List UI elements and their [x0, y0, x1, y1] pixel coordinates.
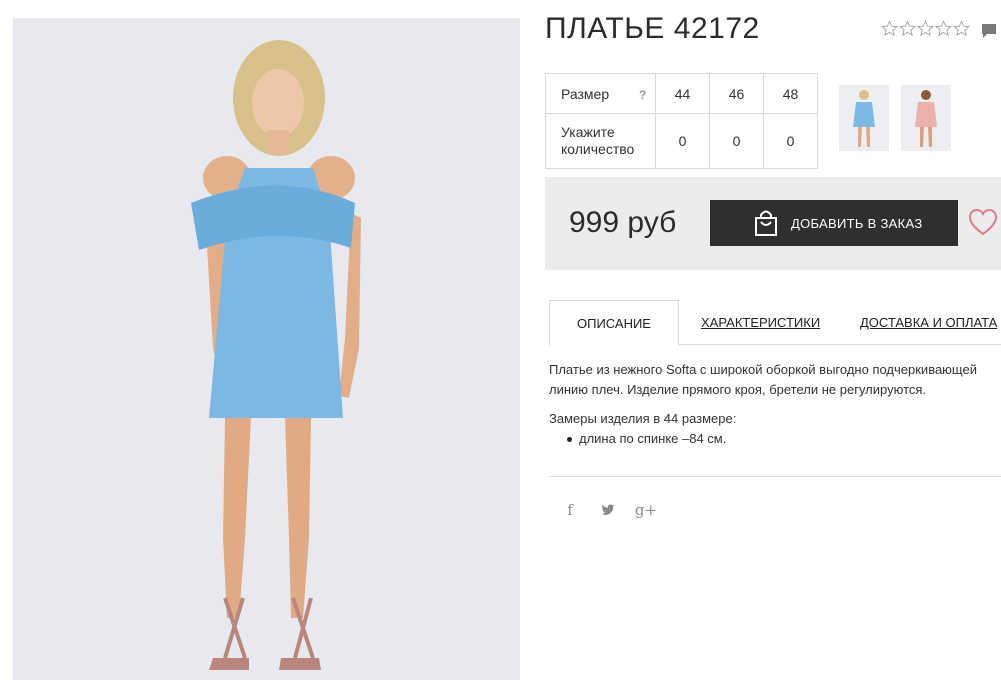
model-in-blue-dress-image [13, 18, 520, 680]
description-panel: Платье из нежного Softa с широкой оборко… [549, 360, 999, 449]
measures-title: Замеры изделия в 44 размере: [549, 411, 737, 426]
size-46: 46 [709, 73, 764, 114]
size-table: Размер ? 44 46 48 Укажите количество 0 0… [545, 73, 818, 169]
thumbnail-image [901, 85, 951, 151]
size-44: 44 [655, 73, 710, 114]
quantity-label-line1: Укажите [561, 124, 615, 140]
blue-dress-thumbnail[interactable] [839, 85, 889, 151]
shopping-bag-icon [755, 210, 777, 236]
description-text: Платье из нежного Softa с широкой оборко… [549, 362, 977, 397]
add-to-order-button[interactable]: ДОБАВИТЬ В ЗАКАЗ [710, 200, 958, 246]
size-row: Размер ? 44 46 48 [545, 73, 818, 114]
list-item: длина по спинке –84 см. [567, 429, 999, 449]
star-icon[interactable] [953, 20, 970, 37]
star-icon[interactable] [899, 20, 916, 37]
buy-panel: 999 руб ДОБАВИТЬ В ЗАКАЗ [545, 177, 1001, 270]
size-48: 48 [763, 73, 818, 114]
google-plus-icon[interactable]: g+ [635, 500, 657, 520]
quantity-label-line2: количество [561, 141, 635, 157]
product-title: ПЛАТЬЕ 42172 [545, 12, 760, 45]
star-icon[interactable] [935, 20, 952, 37]
social-share: f g+ [560, 500, 657, 520]
heart-icon[interactable] [968, 208, 998, 236]
quantity-input-44[interactable]: 0 [655, 113, 710, 169]
product-photo[interactable] [13, 18, 520, 680]
size-label-cell: Размер ? [545, 73, 656, 114]
size-label: Размер [561, 85, 610, 102]
thumbnail-image [839, 85, 889, 151]
divider [549, 476, 1001, 477]
price: 999 руб [569, 206, 677, 239]
twitter-icon[interactable] [598, 500, 618, 520]
facebook-icon[interactable]: f [560, 500, 580, 520]
quantity-row: Укажите количество 0 0 0 [545, 113, 818, 169]
pink-dress-thumbnail[interactable] [901, 85, 951, 151]
twitter-bird-icon [601, 504, 615, 515]
measures-list: длина по спинке –84 см. [549, 429, 999, 449]
product-tabs: ОПИСАНИЕ ХАРАКТЕРИСТИКИ ДОСТАВКА И ОПЛАТ… [549, 300, 1001, 346]
comment-icon[interactable] [981, 23, 997, 39]
quantity-input-48[interactable]: 0 [763, 113, 818, 169]
size-help-icon[interactable]: ? [639, 88, 646, 102]
rating-stars[interactable] [881, 20, 970, 37]
quantity-input-46[interactable]: 0 [709, 113, 764, 169]
quantity-label: Укажите количество [545, 113, 656, 169]
tab-description[interactable]: ОПИСАНИЕ [549, 300, 679, 346]
star-icon[interactable] [881, 20, 898, 37]
tab-delivery-payment[interactable]: ДОСТАВКА И ОПЛАТА [860, 300, 997, 345]
star-icon[interactable] [917, 20, 934, 37]
tab-characteristics[interactable]: ХАРАКТЕРИСТИКИ [701, 300, 820, 345]
add-to-order-label: ДОБАВИТЬ В ЗАКАЗ [791, 215, 923, 231]
